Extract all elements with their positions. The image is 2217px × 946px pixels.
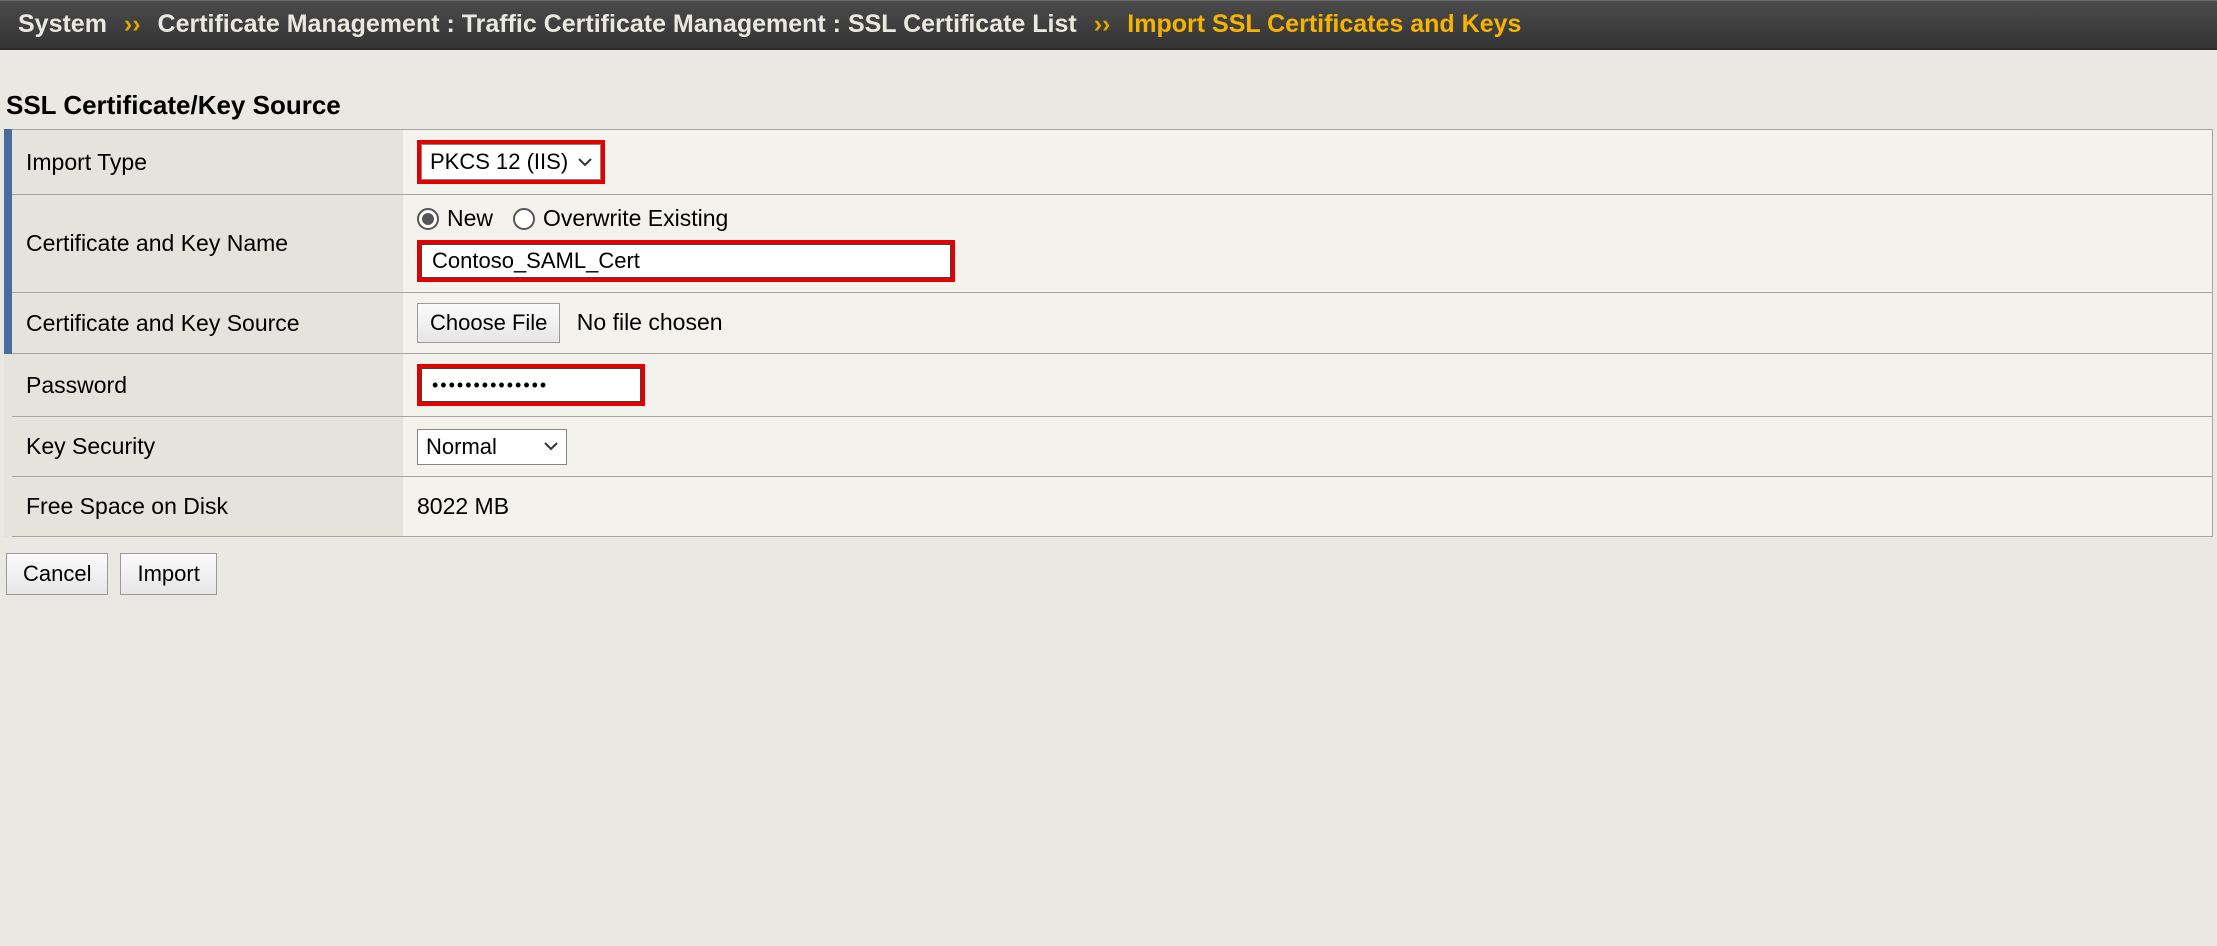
import-button[interactable]: Import xyxy=(120,553,216,595)
section-title: SSL Certificate/Key Source xyxy=(0,50,2217,129)
breadcrumb-root[interactable]: System xyxy=(18,10,107,38)
breadcrumb: System ›› Certificate Management : Traff… xyxy=(0,0,2217,50)
import-type-value: PKCS 12 (IIS) xyxy=(430,149,568,175)
key-security-value: Normal xyxy=(426,434,497,460)
highlight-import-type: PKCS 12 (IIS) xyxy=(417,140,605,184)
breadcrumb-separator: ›› xyxy=(1094,10,1111,38)
import-type-select[interactable]: PKCS 12 (IIS) xyxy=(421,144,601,180)
row-password: Password •••••••••••••• xyxy=(8,354,2213,417)
form-table: Import Type PKCS 12 (IIS) Certificate an… xyxy=(4,129,2213,537)
highlight-password: •••••••••••••• xyxy=(417,364,645,406)
cancel-button[interactable]: Cancel xyxy=(6,553,108,595)
breadcrumb-path[interactable]: Certificate Management : Traffic Certifi… xyxy=(158,10,1077,38)
key-security-select[interactable]: Normal xyxy=(417,429,567,465)
action-bar: Cancel Import xyxy=(0,537,2217,611)
row-key-security: Key Security Normal xyxy=(8,417,2213,477)
cert-key-name-input[interactable]: Contoso_SAML_Cert xyxy=(421,244,951,278)
row-import-type: Import Type PKCS 12 (IIS) xyxy=(8,130,2213,195)
label-import-type: Import Type xyxy=(8,130,403,195)
radio-overwrite-label: Overwrite Existing xyxy=(543,205,728,232)
row-free-space: Free Space on Disk 8022 MB xyxy=(8,477,2213,537)
label-cert-key-source: Certificate and Key Source xyxy=(8,293,403,354)
radio-new-label: New xyxy=(447,205,493,232)
chevron-down-icon xyxy=(578,158,592,167)
password-input[interactable]: •••••••••••••• xyxy=(421,368,641,402)
chevron-down-icon xyxy=(544,442,558,451)
breadcrumb-separator: ›› xyxy=(124,10,141,38)
label-key-security: Key Security xyxy=(8,417,403,477)
row-cert-key-name: Certificate and Key Name New Overwrite E… xyxy=(8,195,2213,293)
free-space-value: 8022 MB xyxy=(403,477,2213,537)
radio-new[interactable] xyxy=(417,208,439,230)
label-cert-key-name: Certificate and Key Name xyxy=(8,195,403,293)
label-free-space: Free Space on Disk xyxy=(8,477,403,537)
label-password: Password xyxy=(8,354,403,417)
choose-file-button[interactable]: Choose File xyxy=(417,303,560,343)
breadcrumb-current: Import SSL Certificates and Keys xyxy=(1127,10,1521,38)
radio-overwrite[interactable] xyxy=(513,208,535,230)
file-status: No file chosen xyxy=(577,309,723,335)
highlight-cert-name: Contoso_SAML_Cert xyxy=(417,240,955,282)
row-cert-key-source: Certificate and Key Source Choose File N… xyxy=(8,293,2213,354)
